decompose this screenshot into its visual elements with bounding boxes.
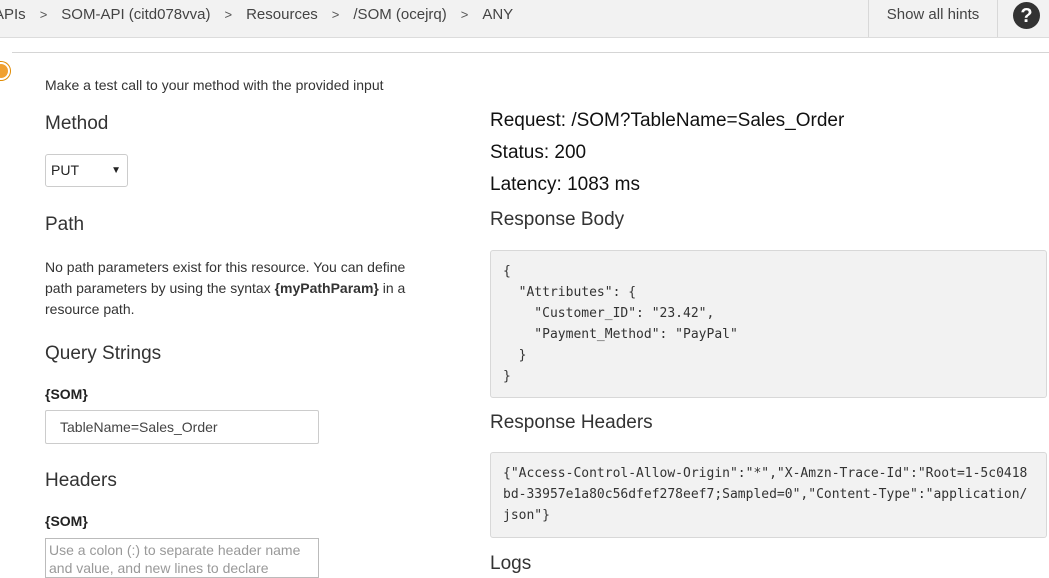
breadcrumb-separator: > bbox=[460, 7, 469, 22]
breadcrumb-separator: > bbox=[331, 7, 340, 22]
latency-line: Latency: 1083 ms bbox=[490, 174, 640, 195]
breadcrumb: APIs > SOM-API (citd078vva) > Resources > /SOM… bbox=[0, 0, 513, 30]
status-line: Status: 200 bbox=[490, 142, 587, 163]
query-strings-heading: Query Strings bbox=[45, 343, 162, 364]
query-string-label: {SOM} bbox=[45, 386, 88, 402]
response-body-heading: Response Body bbox=[490, 209, 625, 230]
help-icon[interactable]: ? bbox=[1013, 2, 1040, 29]
query-string-input[interactable] bbox=[45, 410, 319, 444]
breadcrumb-separator: > bbox=[39, 7, 48, 22]
method-heading: Method bbox=[45, 113, 109, 134]
method-select[interactable]: PUT ▼ bbox=[45, 154, 128, 187]
headers-label: {SOM} bbox=[45, 513, 88, 529]
headers-textarea[interactable]: Use a colon (:) to separate header name … bbox=[45, 538, 319, 578]
intro-text: Make a test call to your method with the… bbox=[45, 77, 384, 93]
method-selected-value: PUT bbox=[51, 162, 79, 178]
path-heading: Path bbox=[45, 214, 85, 235]
logs-heading: Logs bbox=[490, 553, 532, 574]
breadcrumb-method[interactable]: ANY bbox=[482, 6, 513, 23]
response-headers-heading: Response Headers bbox=[490, 412, 653, 433]
path-syntax: {myPathParam} bbox=[274, 280, 379, 296]
breadcrumb-resource[interactable]: /SOM (ocejrq) bbox=[353, 6, 446, 23]
breadcrumb-apis[interactable]: APIs bbox=[0, 6, 26, 23]
breadcrumb-api-name[interactable]: SOM-API (citd078vva) bbox=[61, 6, 210, 23]
breadcrumb-separator: > bbox=[224, 7, 233, 22]
response-body: { "Attributes": { "Customer_ID": "23.42"… bbox=[490, 250, 1047, 398]
dropdown-arrow-icon: ▼ bbox=[111, 165, 121, 176]
request-line: Request: /SOM?TableName=Sales_Order bbox=[490, 110, 845, 131]
path-description: No path parameters exist for this resour… bbox=[45, 257, 415, 320]
status-indicator-icon bbox=[0, 62, 10, 80]
breadcrumb-resources[interactable]: Resources bbox=[246, 6, 318, 23]
headers-heading: Headers bbox=[45, 470, 117, 491]
response-headers-body: {"Access-Control-Allow-Origin":"*","X-Am… bbox=[490, 452, 1047, 538]
divider bbox=[12, 52, 1049, 53]
show-all-hints-button[interactable]: Show all hints bbox=[868, 0, 998, 37]
breadcrumb-bar: APIs > SOM-API (citd078vva) > Resources > /SOM… bbox=[0, 0, 1049, 38]
